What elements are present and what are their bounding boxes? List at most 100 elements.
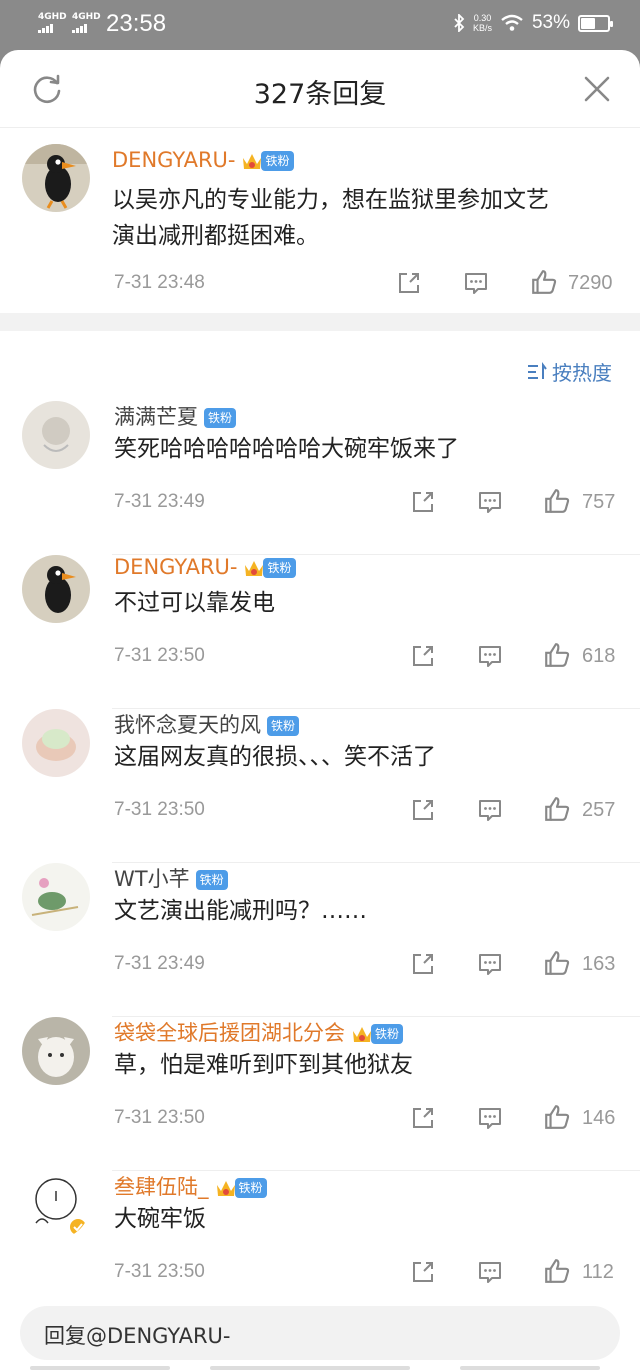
reply-username[interactable]: 我怀念夏天的风 铁粉: [114, 709, 300, 739]
reply-item: 满满芒夏 铁粉 笑死哈哈哈哈哈哈哈大碗牢饭来了 7-31 23:49 757: [0, 401, 640, 555]
status-right: 0.30 KB/s 53%: [453, 12, 613, 34]
share-icon[interactable]: [410, 1105, 436, 1131]
reply-text: 这届网友真的很损、、、笑不活了: [114, 744, 436, 770]
network-indicator-1: 4GHD: [38, 12, 67, 33]
username-text[interactable]: WT小芊: [114, 867, 190, 891]
like-icon[interactable]: [543, 1257, 571, 1285]
fan-badge: 铁粉: [204, 408, 237, 428]
comment-icon[interactable]: [477, 643, 503, 669]
username-text[interactable]: 叁肆伍陆_: [114, 1175, 209, 1199]
username-text[interactable]: 袋袋全球后援团湖北分会: [114, 1021, 345, 1045]
like-icon[interactable]: [530, 268, 558, 296]
reply-time: 7-31 23:50: [114, 645, 205, 666]
sort-label[interactable]: 按热度: [552, 357, 612, 386]
share-icon[interactable]: [410, 797, 436, 823]
reply-time: 7-31 23:50: [114, 799, 205, 820]
avatar[interactable]: [22, 144, 90, 212]
like-icon[interactable]: [543, 487, 571, 515]
fan-badge: 铁粉: [351, 1023, 404, 1045]
main-comment-username[interactable]: DENGYARU- 铁粉: [112, 148, 294, 172]
avatar[interactable]: [22, 1017, 90, 1085]
like-icon[interactable]: [543, 795, 571, 823]
home-indicator: [210, 1366, 410, 1370]
comment-icon[interactable]: [477, 1259, 503, 1285]
avatar[interactable]: [22, 555, 90, 623]
reply-time: 7-31 23:50: [114, 1261, 205, 1282]
battery-icon: [578, 14, 613, 32]
reply-input[interactable]: 回复@DENGYARU-: [20, 1306, 620, 1360]
signal-icon: [38, 23, 67, 33]
reply-text: 大碗牢饭: [114, 1206, 206, 1232]
close-icon[interactable]: [582, 74, 612, 104]
sort-button[interactable]: 按热度: [526, 357, 612, 386]
crown-icon: [245, 561, 264, 576]
badge-label: 铁粉: [204, 408, 237, 428]
avatar[interactable]: [22, 863, 90, 931]
username-text[interactable]: DENGYARU-: [114, 555, 237, 579]
battery-fill: [581, 17, 595, 29]
comment-icon[interactable]: [463, 270, 489, 296]
avatar[interactable]: [22, 1171, 90, 1239]
reply-text: 文艺演出能减刑吗？……: [114, 898, 367, 924]
comment-icon[interactable]: [477, 797, 503, 823]
share-icon[interactable]: [396, 270, 422, 296]
sort-row: 按热度: [0, 331, 640, 401]
share-icon[interactable]: [410, 951, 436, 977]
like-icon[interactable]: [543, 1103, 571, 1131]
fan-badge: 铁粉: [243, 557, 296, 579]
like-icon[interactable]: [543, 949, 571, 977]
fan-badge: 铁粉: [195, 870, 228, 890]
wifi-icon: [501, 14, 523, 31]
like-count: 112: [582, 1261, 614, 1283]
reply-username[interactable]: 满满芒夏 铁粉: [114, 401, 237, 431]
reply-item: 袋袋全球后援团湖北分会 铁粉 草，怕是难听到吓到其他狱友 7-31 23:50 1…: [0, 1017, 640, 1171]
crown-icon: [243, 154, 262, 169]
like-count: 757: [582, 491, 616, 513]
reply-username[interactable]: WT小芊 铁粉: [114, 863, 228, 893]
clock: 23:58: [106, 10, 167, 37]
duck-avatar-icon: [22, 144, 90, 212]
like-icon[interactable]: [543, 641, 571, 669]
avatar[interactable]: [22, 709, 90, 777]
main-comment-time: 7-31 23:48: [114, 272, 205, 293]
reply-username[interactable]: 袋袋全球后援团湖北分会 铁粉: [114, 1017, 404, 1047]
status-bar: 4GHD 4GHD 23:58 0.30 KB/s 53%: [0, 0, 640, 50]
badge-label: 铁粉: [371, 1024, 404, 1044]
badge-label: 铁粉: [263, 558, 296, 578]
badge-label: 铁粉: [261, 151, 294, 171]
like-count: 618: [582, 645, 616, 667]
section-divider: [0, 313, 640, 331]
share-icon[interactable]: [410, 489, 436, 515]
reply-username[interactable]: DENGYARU- 铁粉: [114, 555, 296, 579]
reply-item: 叁肆伍陆_ 铁粉 大碗牢饭 7-31 23:50 112: [0, 1171, 640, 1325]
crown-icon: [216, 1181, 235, 1196]
badge-label: 铁粉: [234, 1178, 267, 1198]
sort-icon: [528, 361, 547, 379]
username-text[interactable]: 满满芒夏: [114, 405, 198, 429]
comment-icon[interactable]: [477, 489, 503, 515]
username-text[interactable]: DENGYARU-: [112, 148, 235, 172]
avatar-image: [22, 709, 90, 777]
bluetooth-icon: [454, 14, 465, 32]
like-count: 257: [582, 799, 616, 821]
share-icon[interactable]: [410, 643, 436, 669]
username-text[interactable]: 我怀念夏天的风: [114, 713, 261, 737]
signal-icon: [72, 23, 101, 33]
crown-icon: [353, 1027, 371, 1042]
reply-text: 不过可以靠发电: [114, 590, 275, 616]
reply-list: 满满芒夏 铁粉 笑死哈哈哈哈哈哈哈大碗牢饭来了 7-31 23:49 757 DE…: [0, 401, 640, 1325]
comment-line-2: 演出减刑都挺困难。: [112, 223, 319, 249]
reply-item: DENGYARU- 铁粉 不过可以靠发电 7-31 23:50 618: [0, 555, 640, 709]
like-count: 146: [582, 1107, 616, 1129]
reply-username[interactable]: 叁肆伍陆_ 铁粉: [114, 1171, 267, 1201]
avatar[interactable]: [22, 401, 90, 469]
avatar-image: [22, 555, 90, 623]
share-icon[interactable]: [410, 1259, 436, 1285]
replies-sheet: 327条回复 DENGYARU- 铁粉 以吴亦凡的专业能力，想在监狱里参加文艺 演…: [0, 50, 640, 1372]
network-speed: 0.30 KB/s: [473, 13, 492, 33]
comment-icon[interactable]: [477, 951, 503, 977]
fan-badge: 铁粉: [215, 1177, 267, 1199]
network-label-2: 4GHD: [72, 12, 101, 22]
reply-time: 7-31 23:49: [114, 491, 205, 512]
comment-icon[interactable]: [477, 1105, 503, 1131]
